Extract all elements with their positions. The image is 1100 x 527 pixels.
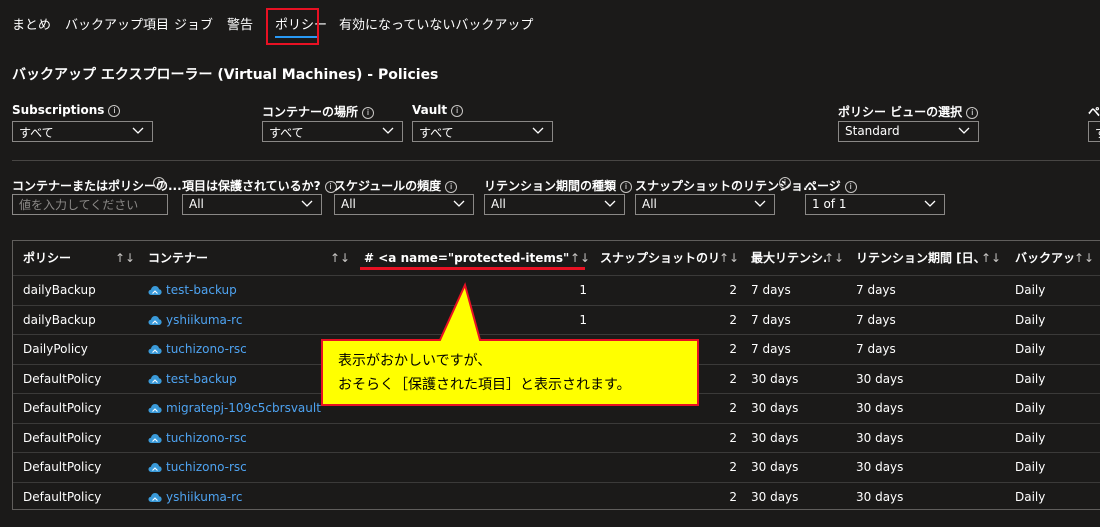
callout-text: 表示がおかしいですが、 おそらく［保護された項目］と表示されます。 xyxy=(338,349,631,397)
callout-line-1: 表示がおかしいですが、 xyxy=(338,353,492,369)
callout-line-2: おそらく［保護された項目］と表示されます。 xyxy=(338,377,631,393)
callout-balloon xyxy=(321,282,699,406)
